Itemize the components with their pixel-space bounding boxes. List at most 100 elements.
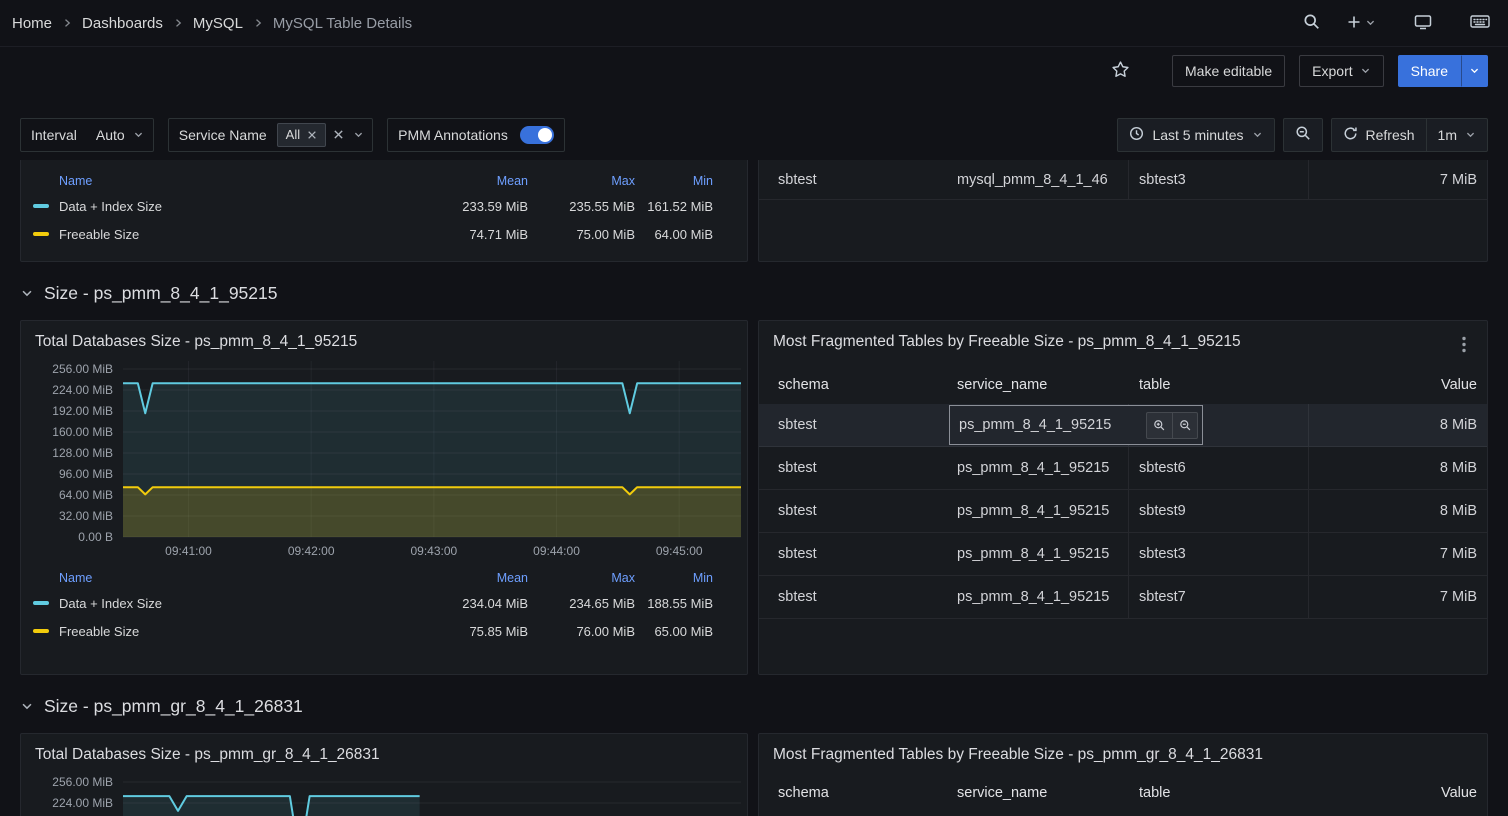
refresh-icon <box>1343 126 1358 144</box>
cell-value[interactable]: 7 MiB <box>1309 533 1487 575</box>
service-name-selected-tag[interactable]: All <box>277 123 326 147</box>
breadcrumb-item[interactable]: MySQL <box>193 15 243 32</box>
share-menu-button[interactable] <box>1461 55 1488 87</box>
cell-value[interactable]: 8 MiB <box>1309 447 1487 489</box>
service-name-control: Service Name All <box>168 118 373 152</box>
make-editable-button[interactable]: Make editable <box>1172 55 1285 87</box>
legend-header-max[interactable]: Max <box>528 571 635 585</box>
tag-label: All <box>286 127 300 142</box>
table-row[interactable]: sbtestps_pmm_8_4_1_95215sbtest37 MiB <box>759 533 1487 576</box>
breadcrumb-item[interactable]: Dashboards <box>82 15 163 32</box>
table-row[interactable]: sbtestps_pmm_8_4_1_95215sbtest98 MiB <box>759 490 1487 533</box>
favorite-star-button[interactable] <box>1105 54 1136 88</box>
cell-table[interactable]: sbtest9 <box>1129 490 1309 532</box>
legend-series-name[interactable]: Freeable Size <box>59 227 139 242</box>
breadcrumb-item[interactable]: Home <box>12 15 52 32</box>
panel-title[interactable]: Most Fragmented Tables by Freeable Size … <box>773 333 1241 351</box>
remove-tag-icon[interactable] <box>307 130 317 140</box>
refresh-interval-select[interactable]: 1m <box>1427 118 1488 152</box>
keyboard-shortcuts-button[interactable] <box>1464 8 1496 38</box>
cell-value[interactable]: 8 MiB <box>1309 490 1487 532</box>
legend-series-name[interactable]: Freeable Size <box>59 624 139 639</box>
column-header-service_name[interactable]: service_name <box>949 774 1129 812</box>
panel-menu-icon[interactable] <box>1455 333 1473 356</box>
cell-value[interactable]: 7 MiB <box>1309 160 1487 199</box>
column-header-value[interactable]: Value <box>1309 774 1487 812</box>
cell-table[interactable]: sbtest6 <box>1129 447 1309 489</box>
add-new-button[interactable] <box>1340 8 1382 39</box>
cell-value[interactable]: 7 MiB <box>1309 576 1487 618</box>
legend-header-min[interactable]: Min <box>635 174 713 188</box>
cell-schema[interactable]: sbtest <box>759 576 949 618</box>
cell-table[interactable]: sbtest7 <box>1129 576 1309 618</box>
time-series-plot[interactable] <box>123 774 741 816</box>
cell-schema[interactable]: sbtest <box>759 490 949 532</box>
legend-series-name[interactable]: Data + Index Size <box>59 596 162 611</box>
collapse-chevron-icon <box>20 286 34 300</box>
panel-title[interactable]: Most Fragmented Tables by Freeable Size … <box>773 746 1263 764</box>
cell-filter-actions <box>1146 412 1198 439</box>
column-header-table[interactable]: table <box>1129 366 1309 404</box>
export-button[interactable]: Export <box>1299 55 1383 87</box>
cell-service-name[interactable]: ps_pmm_8_4_1_95215 <box>949 533 1129 575</box>
cell-schema[interactable]: sbtest <box>759 160 949 199</box>
cell-service-name[interactable]: ps_pmm_8_4_1_95215 <box>959 417 1140 433</box>
pmm-annotations-toggle[interactable] <box>520 126 554 144</box>
legend-header-mean[interactable]: Mean <box>418 174 528 188</box>
clear-selection-icon[interactable] <box>326 129 351 140</box>
filter-for-value-icon[interactable] <box>1147 413 1172 438</box>
y-axis-label: 128.00 MiB <box>52 446 113 460</box>
cell-service-name[interactable]: ps_pmm_8_4_1_95215 <box>949 447 1129 489</box>
cell-schema[interactable]: sbtest <box>759 404 949 446</box>
table-row[interactable]: sbtest 8 MiB ps_pmm_8_4_1_95215 <box>759 404 1487 447</box>
cell-table[interactable]: sbtest3 <box>1129 160 1309 199</box>
cell-table[interactable]: sbtest3 <box>1129 533 1309 575</box>
chevron-down-icon <box>1469 63 1480 79</box>
grafana-dashboard-page: HomeDashboardsMySQLMySQL Table Details M… <box>0 0 1508 816</box>
legend-header-name[interactable]: Name <box>33 571 418 585</box>
section-row-size-26831[interactable]: Size - ps_pmm_gr_8_4_1_26831 <box>20 691 1488 721</box>
table-row[interactable]: sbtestps_pmm_8_4_1_95215sbtest68 MiB <box>759 447 1487 490</box>
legend-header-max[interactable]: Max <box>528 174 635 188</box>
top-nav-bar: HomeDashboardsMySQLMySQL Table Details <box>0 0 1508 47</box>
zoom-out-icon <box>1295 125 1311 144</box>
legend-value: 233.59 MiB <box>418 199 528 214</box>
chevron-down-icon <box>1365 16 1376 31</box>
pmm-annotations-label: PMM Annotations <box>388 127 518 143</box>
panel-title[interactable]: Total Databases Size - ps_pmm_8_4_1_9521… <box>21 321 747 355</box>
table-row[interactable]: sbtestps_pmm_8_4_1_95215sbtest77 MiB <box>759 576 1487 619</box>
column-header-table[interactable]: table <box>1129 774 1309 812</box>
column-header-schema[interactable]: schema <box>759 366 949 404</box>
legend-header-mean[interactable]: Mean <box>418 571 528 585</box>
cell-service-name[interactable]: ps_pmm_8_4_1_95215 <box>949 576 1129 618</box>
column-header-value[interactable]: Value <box>1309 366 1487 404</box>
collapse-chevron-icon <box>20 699 34 713</box>
filter-out-value-icon[interactable] <box>1172 413 1197 438</box>
zoom-out-time-button[interactable] <box>1283 118 1323 152</box>
interval-select[interactable]: Auto <box>87 119 153 151</box>
refresh-button[interactable]: Refresh <box>1331 118 1427 152</box>
table-row[interactable]: sbtestmysql_pmm_8_4_1_46sbtest37 MiB <box>759 160 1487 200</box>
search-button[interactable] <box>1297 7 1326 39</box>
legend-series-name[interactable]: Data + Index Size <box>59 199 162 214</box>
service-dropdown-caret-icon[interactable] <box>351 129 372 140</box>
share-button[interactable]: Share <box>1398 55 1461 87</box>
cell-schema[interactable]: sbtest <box>759 447 949 489</box>
time-series-plot[interactable] <box>123 361 741 541</box>
export-label: Export <box>1312 63 1352 79</box>
cell-value[interactable]: 8 MiB <box>1309 404 1487 446</box>
column-header-service_name[interactable]: service_name <box>949 366 1129 404</box>
legend-header-name[interactable]: Name <box>33 174 418 188</box>
cell-service-name[interactable]: mysql_pmm_8_4_1_46 <box>949 160 1129 199</box>
time-controls: Last 5 minutes Refresh 1m <box>1117 118 1488 152</box>
legend-row: Freeable Size75.85 MiB76.00 MiB65.00 MiB <box>33 617 713 645</box>
legend-header-min[interactable]: Min <box>635 571 713 585</box>
cell-schema[interactable]: sbtest <box>759 533 949 575</box>
keyboard-icon <box>1470 14 1490 32</box>
cell-service-name[interactable]: ps_pmm_8_4_1_95215 <box>949 490 1129 532</box>
time-range-picker[interactable]: Last 5 minutes <box>1117 118 1274 152</box>
section-row-size-95215[interactable]: Size - ps_pmm_8_4_1_95215 <box>20 278 1488 308</box>
panel-title[interactable]: Total Databases Size - ps_pmm_gr_8_4_1_2… <box>21 734 747 768</box>
kiosk-mode-button[interactable] <box>1408 8 1438 39</box>
column-header-schema[interactable]: schema <box>759 774 949 812</box>
